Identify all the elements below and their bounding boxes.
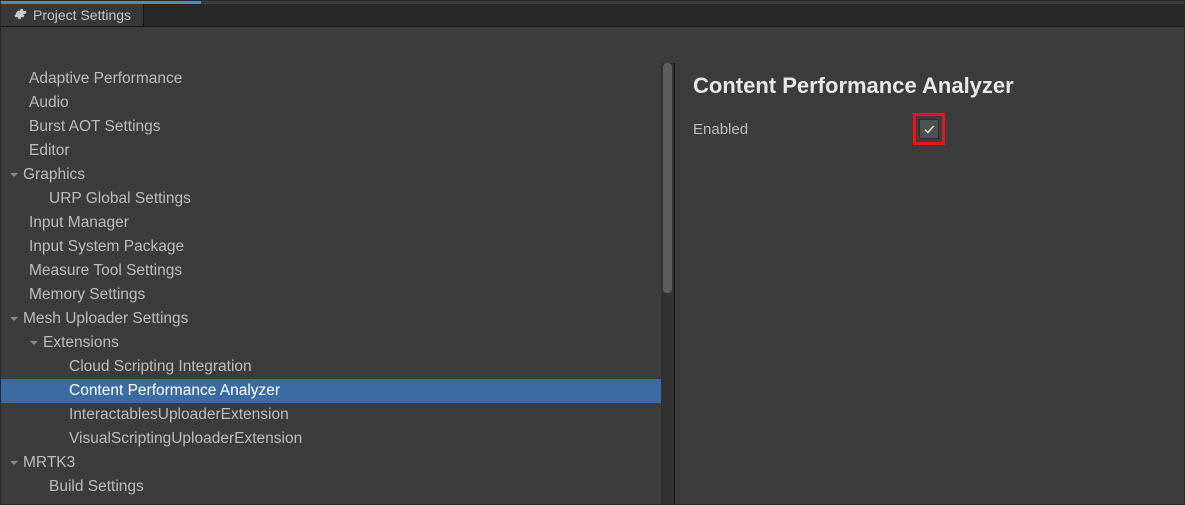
gear-icon: [13, 7, 27, 24]
tree-scrollbar[interactable]: [661, 63, 674, 504]
tree-item[interactable]: Content Performance Analyzer: [1, 379, 661, 403]
tree-item-label: Content Performance Analyzer: [67, 382, 280, 400]
settings-tree[interactable]: Adaptive Performance Audio Burst AOT Setti…: [1, 63, 661, 504]
tree-item[interactable]: Adaptive Performance: [1, 67, 661, 91]
panel-title: Content Performance Analyzer: [693, 73, 1166, 99]
tree-item-label: VisualScriptingUploaderExtension: [67, 430, 302, 448]
tree-item-label: InteractablesUploaderExtension: [67, 406, 289, 424]
tab-bar: Project Settings: [1, 4, 1184, 27]
tree-item[interactable]: Audio: [1, 91, 661, 115]
workspace: Adaptive Performance Audio Burst AOT Setti…: [1, 27, 1184, 504]
tab-project-settings[interactable]: Project Settings: [1, 4, 144, 26]
project-settings-window: Project Settings Adaptive Performance Aud…: [0, 0, 1185, 505]
tree-item[interactable]: Memory Settings: [1, 283, 661, 307]
enabled-row: Enabled: [693, 113, 1166, 145]
tab-title: Project Settings: [33, 7, 131, 23]
tree-item[interactable]: VisualScriptingUploaderExtension: [1, 427, 661, 451]
tree-item[interactable]: Measure Tool Settings: [1, 259, 661, 283]
tree-item-label: Graphics: [21, 166, 85, 184]
caret-down-icon[interactable]: [27, 338, 41, 348]
tree-item-label: Extensions: [41, 334, 119, 352]
tree-item-label: Measure Tool Settings: [27, 262, 182, 280]
caret-down-icon[interactable]: [7, 458, 21, 468]
tree-item[interactable]: Graphics: [1, 163, 661, 187]
tree-item[interactable]: Mesh Uploader Settings: [1, 307, 661, 331]
tree-item-label: Adaptive Performance: [27, 70, 182, 88]
tree-item-label: URP Global Settings: [47, 190, 191, 208]
tree-item-label: Input Manager: [27, 214, 129, 232]
scrollbar-thumb[interactable]: [663, 63, 672, 293]
tree-item[interactable]: URP Global Settings: [1, 187, 661, 211]
tree-item[interactable]: Input System Package: [1, 235, 661, 259]
enabled-checkbox[interactable]: [919, 119, 939, 139]
tree-item[interactable]: InteractablesUploaderExtension: [1, 403, 661, 427]
tree-item-label: Burst AOT Settings: [27, 118, 161, 136]
tree-item[interactable]: Burst AOT Settings: [1, 115, 661, 139]
enabled-label: Enabled: [693, 121, 853, 138]
caret-down-icon[interactable]: [7, 314, 21, 324]
tree-item[interactable]: Editor: [1, 139, 661, 163]
tree-item-label: Input System Package: [27, 238, 184, 256]
check-icon: [922, 122, 936, 136]
tree-item[interactable]: Input Manager: [1, 211, 661, 235]
caret-down-icon[interactable]: [7, 170, 21, 180]
tree-item[interactable]: Cloud Scripting Integration: [1, 355, 661, 379]
tree-item-label: Audio: [27, 94, 69, 112]
details-pane: Content Performance Analyzer Enabled: [675, 63, 1184, 504]
tree-item-label: Mesh Uploader Settings: [21, 310, 188, 328]
tree-item-label: Editor: [27, 142, 70, 160]
highlight-box: [913, 113, 945, 145]
tree-item[interactable]: MRTK3: [1, 451, 661, 475]
tree-item-label: Cloud Scripting Integration: [67, 358, 252, 376]
tree-item[interactable]: Extensions: [1, 331, 661, 355]
tree-item-label: Memory Settings: [27, 286, 145, 304]
tree-item-label: MRTK3: [21, 454, 75, 472]
settings-tree-pane: Adaptive Performance Audio Burst AOT Setti…: [1, 63, 674, 504]
tree-item-label: Build Settings: [47, 478, 144, 496]
tree-item[interactable]: Build Settings: [1, 475, 661, 499]
